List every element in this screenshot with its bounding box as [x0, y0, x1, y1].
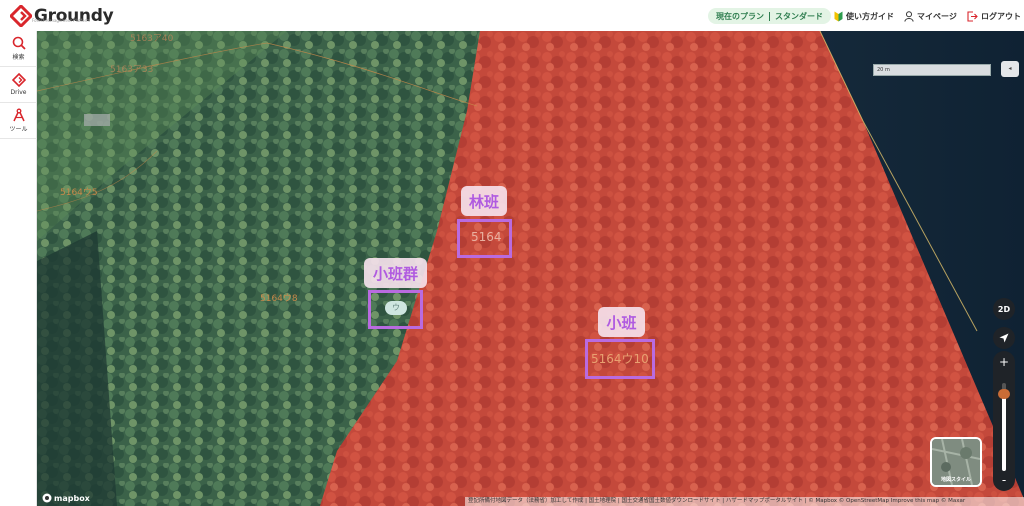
drive-icon	[11, 73, 26, 87]
sidebar-item-label: 検索	[12, 54, 25, 61]
scale-bar: 20 m	[873, 64, 991, 76]
sidebar-item-tools[interactable]: ツール	[0, 103, 37, 139]
search-icon	[12, 36, 26, 50]
sidebar: 検索 Drive ツール	[0, 31, 37, 506]
satellite-imagery	[37, 31, 1024, 506]
locate-button[interactable]	[993, 327, 1015, 349]
rinpan-value[interactable]: 5164	[471, 230, 502, 244]
logout-icon	[967, 10, 978, 22]
sidebar-item-label: ツール	[9, 126, 28, 133]
map-style-button[interactable]: 地図スタイル	[930, 437, 982, 487]
zoom-slider-handle[interactable]	[998, 388, 1010, 399]
zoom-control: + -	[993, 351, 1015, 491]
collapse-button[interactable]: ◂	[1001, 61, 1019, 77]
rinpan-callout: 林班	[461, 186, 507, 216]
beginner-mark-icon	[834, 11, 843, 21]
app-header: Groundy Forest Management Platform 現在のプラ…	[0, 0, 1024, 31]
map-style-label: 地図スタイル	[940, 477, 971, 483]
location-arrow-icon	[999, 333, 1009, 343]
shohangun-callout: 小班群	[364, 258, 427, 288]
plan-label: 現在のプラン	[716, 11, 764, 21]
plan-badge[interactable]: 現在のプラン スタンダード	[708, 8, 831, 24]
scale-text: 20 m	[877, 67, 890, 73]
map-overlay-box	[84, 114, 110, 126]
zoom-in-button[interactable]: +	[993, 353, 1015, 371]
mode-2d-button[interactable]: 2D	[993, 298, 1015, 320]
mapbox-logo[interactable]: mapbox	[42, 493, 90, 503]
logout-link[interactable]: ログアウト	[967, 9, 1021, 23]
shohan-value[interactable]: 5164ウ10	[591, 350, 649, 367]
groundy-logo-icon	[10, 5, 32, 27]
plan-value: スタンダード	[775, 11, 823, 21]
parcel-label[interactable]: 5164ウ8	[260, 291, 298, 304]
mapbox-icon	[42, 493, 52, 503]
guide-label: 使い方ガイド	[846, 11, 894, 21]
app-tagline: Forest Management Platform	[32, 18, 91, 23]
guide-link[interactable]: 使い方ガイド	[834, 9, 894, 23]
parcel-label[interactable]: 5163ア40	[130, 31, 173, 44]
sidebar-item-label: Drive	[10, 89, 27, 96]
shohangun-value[interactable]: ウ	[385, 301, 407, 315]
parcel-label[interactable]: 5163ア33	[110, 62, 153, 75]
groundy-logo[interactable]: Groundy	[10, 5, 114, 27]
mapbox-text: mapbox	[54, 493, 90, 503]
zoom-slider-fill	[1002, 393, 1006, 471]
shohan-callout: 小班	[598, 307, 645, 337]
zoom-out-button[interactable]: -	[993, 471, 1015, 489]
mypage-label: マイページ	[917, 11, 957, 21]
sidebar-item-drive[interactable]: Drive	[0, 67, 37, 103]
app-name: Groundy	[34, 6, 114, 26]
sidebar-item-search[interactable]: 検索	[0, 31, 37, 67]
tool-icon	[12, 108, 25, 122]
user-icon	[904, 10, 914, 22]
logout-label: ログアウト	[981, 11, 1021, 21]
mypage-link[interactable]: マイページ	[904, 9, 957, 23]
plan-separator	[769, 11, 770, 21]
map-canvas[interactable]: 5163ア40 5163ア33 5164ウ5 5164ウ8 20 m ◂ 林班 …	[37, 31, 1024, 506]
parcel-label[interactable]: 5164ウ5	[60, 185, 98, 198]
map-attribution[interactable]: 登記所備付地図データ（法務省）加工して作成 | 国土地理院 | 国土交通省国土数…	[465, 497, 1024, 506]
